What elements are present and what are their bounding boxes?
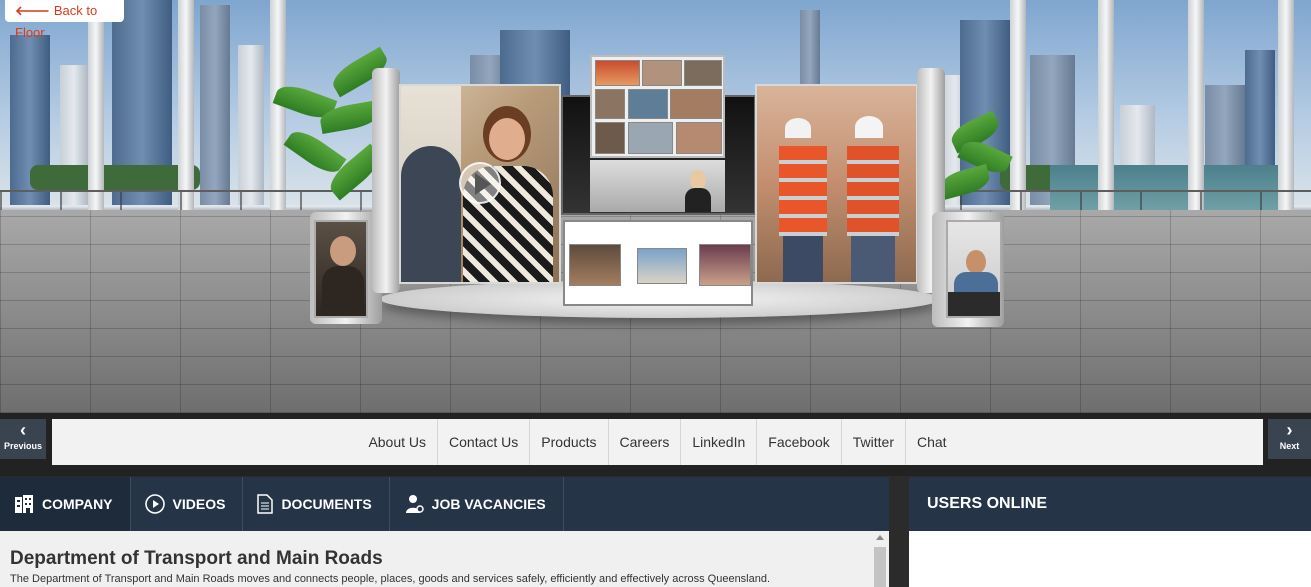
link-contact-us[interactable]: Contact Us (438, 419, 531, 465)
company-description: The Department of Transport and Main Roa… (10, 573, 771, 585)
tab-company[interactable]: COMPANY (0, 477, 131, 531)
workers-panel[interactable] (755, 84, 918, 284)
content-scrollbar[interactable] (872, 531, 889, 587)
building-icon (15, 495, 33, 513)
previous-booth-button[interactable]: ‹ Previous (0, 419, 46, 459)
link-careers[interactable]: Careers (609, 419, 682, 465)
chevron-left-icon: ‹ (20, 420, 26, 440)
previous-label: Previous (3, 441, 43, 451)
left-pedestal-photo[interactable] (314, 220, 368, 318)
right-pedestal-photo[interactable] (946, 220, 1002, 318)
chevron-right-icon: › (1286, 420, 1293, 440)
tab-company-label: COMPANY (42, 496, 113, 512)
tab-documents-label: DOCUMENTS (281, 496, 372, 512)
right-plant (937, 110, 1020, 210)
booth-links: About Us Contact Us Products Careers Lin… (52, 419, 1263, 465)
link-twitter[interactable]: Twitter (842, 419, 906, 465)
next-label: Next (1279, 441, 1300, 451)
company-title: Department of Transport and Main Roads (10, 548, 383, 569)
document-icon (257, 494, 274, 514)
job-person-icon (405, 495, 424, 513)
arrow-left-icon: 🡐 (15, 3, 50, 18)
link-about-us[interactable]: About Us (357, 419, 439, 465)
tab-job-vacancies-label: JOB VACANCIES (431, 496, 546, 512)
play-circle-icon (144, 494, 165, 514)
booth-link-bar: ‹ Previous About Us Contact Us Products … (0, 413, 1311, 476)
center-collage[interactable] (590, 55, 725, 158)
link-products[interactable]: Products (530, 419, 609, 465)
tab-videos[interactable]: VIDEOS (131, 477, 244, 531)
tab-job-vacancies[interactable]: JOB VACANCIES (390, 477, 564, 531)
scroll-thumb[interactable] (874, 547, 886, 587)
company-content: Department of Transport and Main Roads T… (0, 531, 889, 587)
play-video-icon[interactable] (459, 162, 501, 204)
next-booth-button[interactable]: › Next (1268, 419, 1311, 459)
center-presenter-photo (590, 160, 725, 212)
center-lower-panel[interactable] (563, 220, 753, 306)
tab-documents[interactable]: DOCUMENTS (243, 477, 390, 531)
scroll-up-icon[interactable] (876, 535, 884, 540)
link-chat[interactable]: Chat (906, 419, 958, 465)
tab-videos-label: VIDEOS (172, 496, 226, 512)
content-tabs: COMPANY VIDEOS DOCUMENTS JOB VACANCIES (0, 477, 889, 531)
link-facebook[interactable]: Facebook (757, 419, 842, 465)
link-linkedin[interactable]: LinkedIn (681, 419, 758, 465)
users-online-list (909, 531, 1311, 587)
back-to-floor-button[interactable]: 🡐 Back to Floor (5, 0, 124, 40)
users-online-title: USERS ONLINE (909, 477, 1311, 531)
booth-scene: 🡐 Back to Floor (0, 0, 1311, 413)
